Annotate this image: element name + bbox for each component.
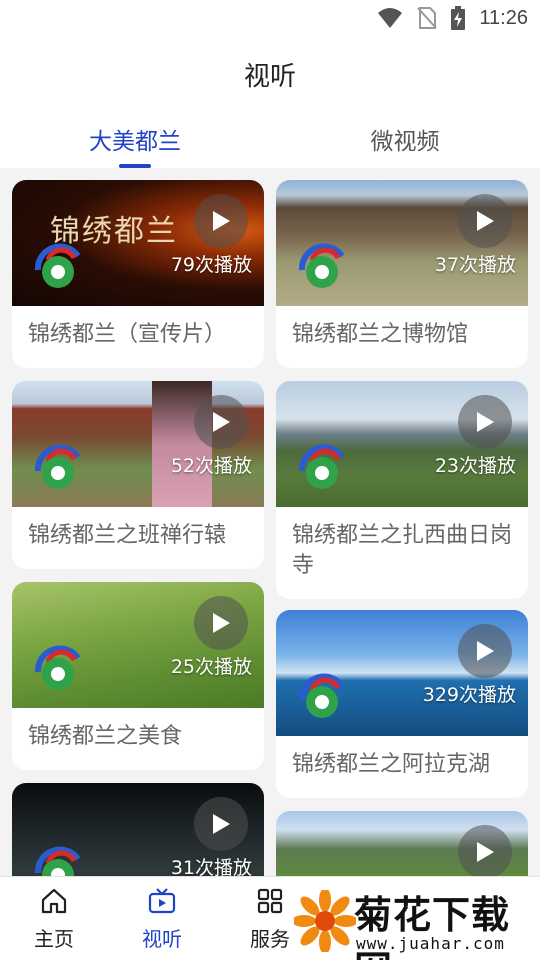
play-icon [477,842,494,862]
tab-damei-dulan[interactable]: 大美都兰 [35,122,235,156]
county-logo-icon [298,444,345,489]
video-thumbnail[interactable]: 52次播放 [12,381,264,507]
video-thumbnail[interactable]: 329次播放 [276,610,528,736]
watermark: 菊花下载网 www.juahar.com [294,880,540,960]
tab-micro-video[interactable]: 微视频 [305,122,505,156]
video-thumbnail[interactable]: 25次播放 [12,582,264,708]
video-title: 锦绣都兰之扎西曲日岗寺 [292,523,513,578]
home-icon [41,888,67,914]
view-count: 25次播放 [170,656,252,678]
view-count: 79次播放 [170,254,252,276]
play-button[interactable] [194,596,248,650]
view-count: 31次播放 [170,857,252,876]
view-count: 329次播放 [422,684,516,706]
play-icon [477,211,494,231]
wifi-icon [378,8,403,28]
play-button[interactable] [458,624,512,678]
video-card[interactable]: 52次播放 锦绣都兰之班禅行辕 [12,381,264,569]
page-header: 视听 大美都兰 微视频 [0,36,540,168]
nav-home[interactable]: 主页 [14,887,94,952]
video-thumbnail[interactable]: 31次播放 [12,783,264,876]
play-button[interactable] [194,395,248,449]
play-button[interactable] [194,797,248,851]
video-card[interactable] [276,811,528,876]
clock: 11:26 [479,6,528,29]
view-count: 37次播放 [434,254,516,276]
video-card[interactable]: 31次播放 [12,783,264,876]
view-count: 52次播放 [170,455,252,477]
nav-home-label: 主页 [34,927,74,951]
video-grid: 锦绣都兰 79次播放 锦绣都兰（宣传片） 52次播放 锦绣都兰之班禅行辕 25次… [0,168,540,876]
county-logo-icon [34,243,81,288]
video-thumbnail[interactable]: 23次播放 [276,381,528,507]
video-title: 锦绣都兰之美食 [28,724,183,749]
video-card[interactable]: 锦绣都兰 79次播放 锦绣都兰（宣传片） [12,180,264,368]
county-logo-icon [298,243,345,288]
video-thumbnail[interactable]: 锦绣都兰 79次播放 [12,180,264,306]
play-icon [213,412,230,432]
play-icon [213,814,230,834]
play-button[interactable] [458,825,512,876]
county-logo-icon [34,444,81,489]
video-title: 锦绣都兰（宣传片） [28,322,227,347]
watermark-url: www.juahar.com [356,934,505,953]
no-sim-icon [417,7,438,29]
play-button[interactable] [458,194,512,248]
page-title: 视听 [243,62,296,92]
nav-media[interactable]: 视听 [122,887,202,952]
county-logo-icon [298,673,345,718]
status-bar: 11:26 [0,0,540,36]
county-logo-icon [34,846,81,876]
video-title: 锦绣都兰之阿拉克湖 [292,752,491,777]
battery-charging-icon [451,6,466,30]
person-figure [152,381,212,507]
play-icon [477,641,494,661]
video-thumbnail[interactable]: 37次播放 [276,180,528,306]
play-button[interactable] [458,395,512,449]
video-card[interactable]: 37次播放 锦绣都兰之博物馆 [276,180,528,368]
video-thumbnail[interactable] [276,811,528,876]
nav-media-label: 视听 [142,927,182,951]
grid-icon [257,888,283,914]
play-icon [477,412,494,432]
county-logo-icon [34,645,81,690]
chrysanthemum-logo-icon [294,890,356,952]
view-count: 23次播放 [434,455,516,477]
video-card[interactable]: 25次播放 锦绣都兰之美食 [12,582,264,770]
video-title: 锦绣都兰之博物馆 [292,322,469,347]
tv-icon [148,888,176,914]
play-icon [213,211,230,231]
video-card[interactable]: 329次播放 锦绣都兰之阿拉克湖 [276,610,528,798]
play-button[interactable] [194,194,248,248]
video-card[interactable]: 23次播放 锦绣都兰之扎西曲日岗寺 [276,381,528,599]
video-title: 锦绣都兰之班禅行辕 [28,523,227,548]
play-icon [213,613,230,633]
